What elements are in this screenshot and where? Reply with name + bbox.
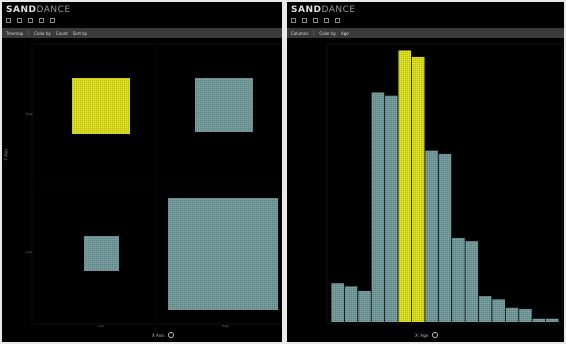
bar[interactable] <box>545 318 559 322</box>
toolbar-separator <box>313 30 315 36</box>
left-footer: X Axis <box>152 332 175 338</box>
bar[interactable] <box>478 296 492 322</box>
redo-icon[interactable] <box>302 17 307 23</box>
x-tick-label: Low <box>98 324 104 328</box>
y-tick-label: Low <box>26 250 32 254</box>
left-top-icons <box>6 16 278 24</box>
sort-by-button[interactable]: Sort by <box>73 31 87 36</box>
count-button[interactable]: Count <box>56 31 68 36</box>
chart-type-button[interactable]: Treemap <box>6 31 23 36</box>
bar-selected[interactable] <box>411 56 425 323</box>
y-tick-label: High <box>26 112 33 116</box>
left-sanddance-window: SANDDANCE Treemap Color by Count Sort by <box>2 2 282 342</box>
settings-icon[interactable] <box>335 17 340 23</box>
left-toolbar: Treemap Color by Count Sort by <box>2 28 282 38</box>
undo-icon[interactable] <box>6 17 11 23</box>
bar[interactable] <box>452 237 465 322</box>
right-footer: X: Age <box>415 332 439 338</box>
bar[interactable] <box>519 309 532 322</box>
bar[interactable] <box>371 92 385 322</box>
sanddance-logo: SANDDANCE <box>6 5 71 15</box>
treemap-block-selected[interactable] <box>72 78 130 134</box>
undo-icon[interactable] <box>291 17 296 23</box>
color-by-button[interactable]: Color by <box>34 31 51 36</box>
grid-icon[interactable] <box>324 17 329 23</box>
bar-selected[interactable] <box>398 50 412 322</box>
chart-type-button[interactable]: Columns <box>291 31 308 36</box>
left-treemap-plot <box>31 43 282 325</box>
treemap-block[interactable] <box>84 236 119 271</box>
toolbar-separator <box>28 30 30 36</box>
bar[interactable] <box>358 290 371 322</box>
settings-icon[interactable] <box>50 17 55 23</box>
filter-icon[interactable] <box>28 17 33 23</box>
bar[interactable] <box>505 307 519 322</box>
x-tick-label: High <box>222 324 229 328</box>
field-button[interactable]: Age <box>341 31 349 36</box>
y-axis-label: Y Axis <box>3 148 9 161</box>
x-axis-label: X Axis <box>152 332 165 338</box>
bar[interactable] <box>438 153 452 322</box>
bar[interactable] <box>385 95 398 322</box>
bar[interactable] <box>331 283 345 322</box>
bar[interactable] <box>532 318 546 322</box>
right-toolbar: Columns Color by Age <box>287 28 564 38</box>
axis-settings-icon[interactable] <box>432 332 439 338</box>
color-by-button[interactable]: Color by <box>319 31 336 36</box>
axis-settings-icon[interactable] <box>168 332 175 338</box>
redo-icon[interactable] <box>17 17 22 23</box>
bar[interactable] <box>465 241 479 322</box>
sanddance-logo: SANDDANCE <box>291 5 356 15</box>
right-column-chart <box>326 43 563 325</box>
filter-icon[interactable] <box>313 17 318 23</box>
bar[interactable] <box>344 286 358 322</box>
grid-icon[interactable] <box>39 17 44 23</box>
right-top-icons <box>291 16 560 24</box>
bar[interactable] <box>425 150 438 322</box>
right-sanddance-window: SANDDANCE Columns Color by Age X: Age <box>287 2 564 342</box>
treemap-block[interactable] <box>168 198 278 310</box>
treemap-block[interactable] <box>195 78 253 132</box>
bar[interactable] <box>492 299 505 322</box>
x-axis-label: X: Age <box>415 332 429 338</box>
